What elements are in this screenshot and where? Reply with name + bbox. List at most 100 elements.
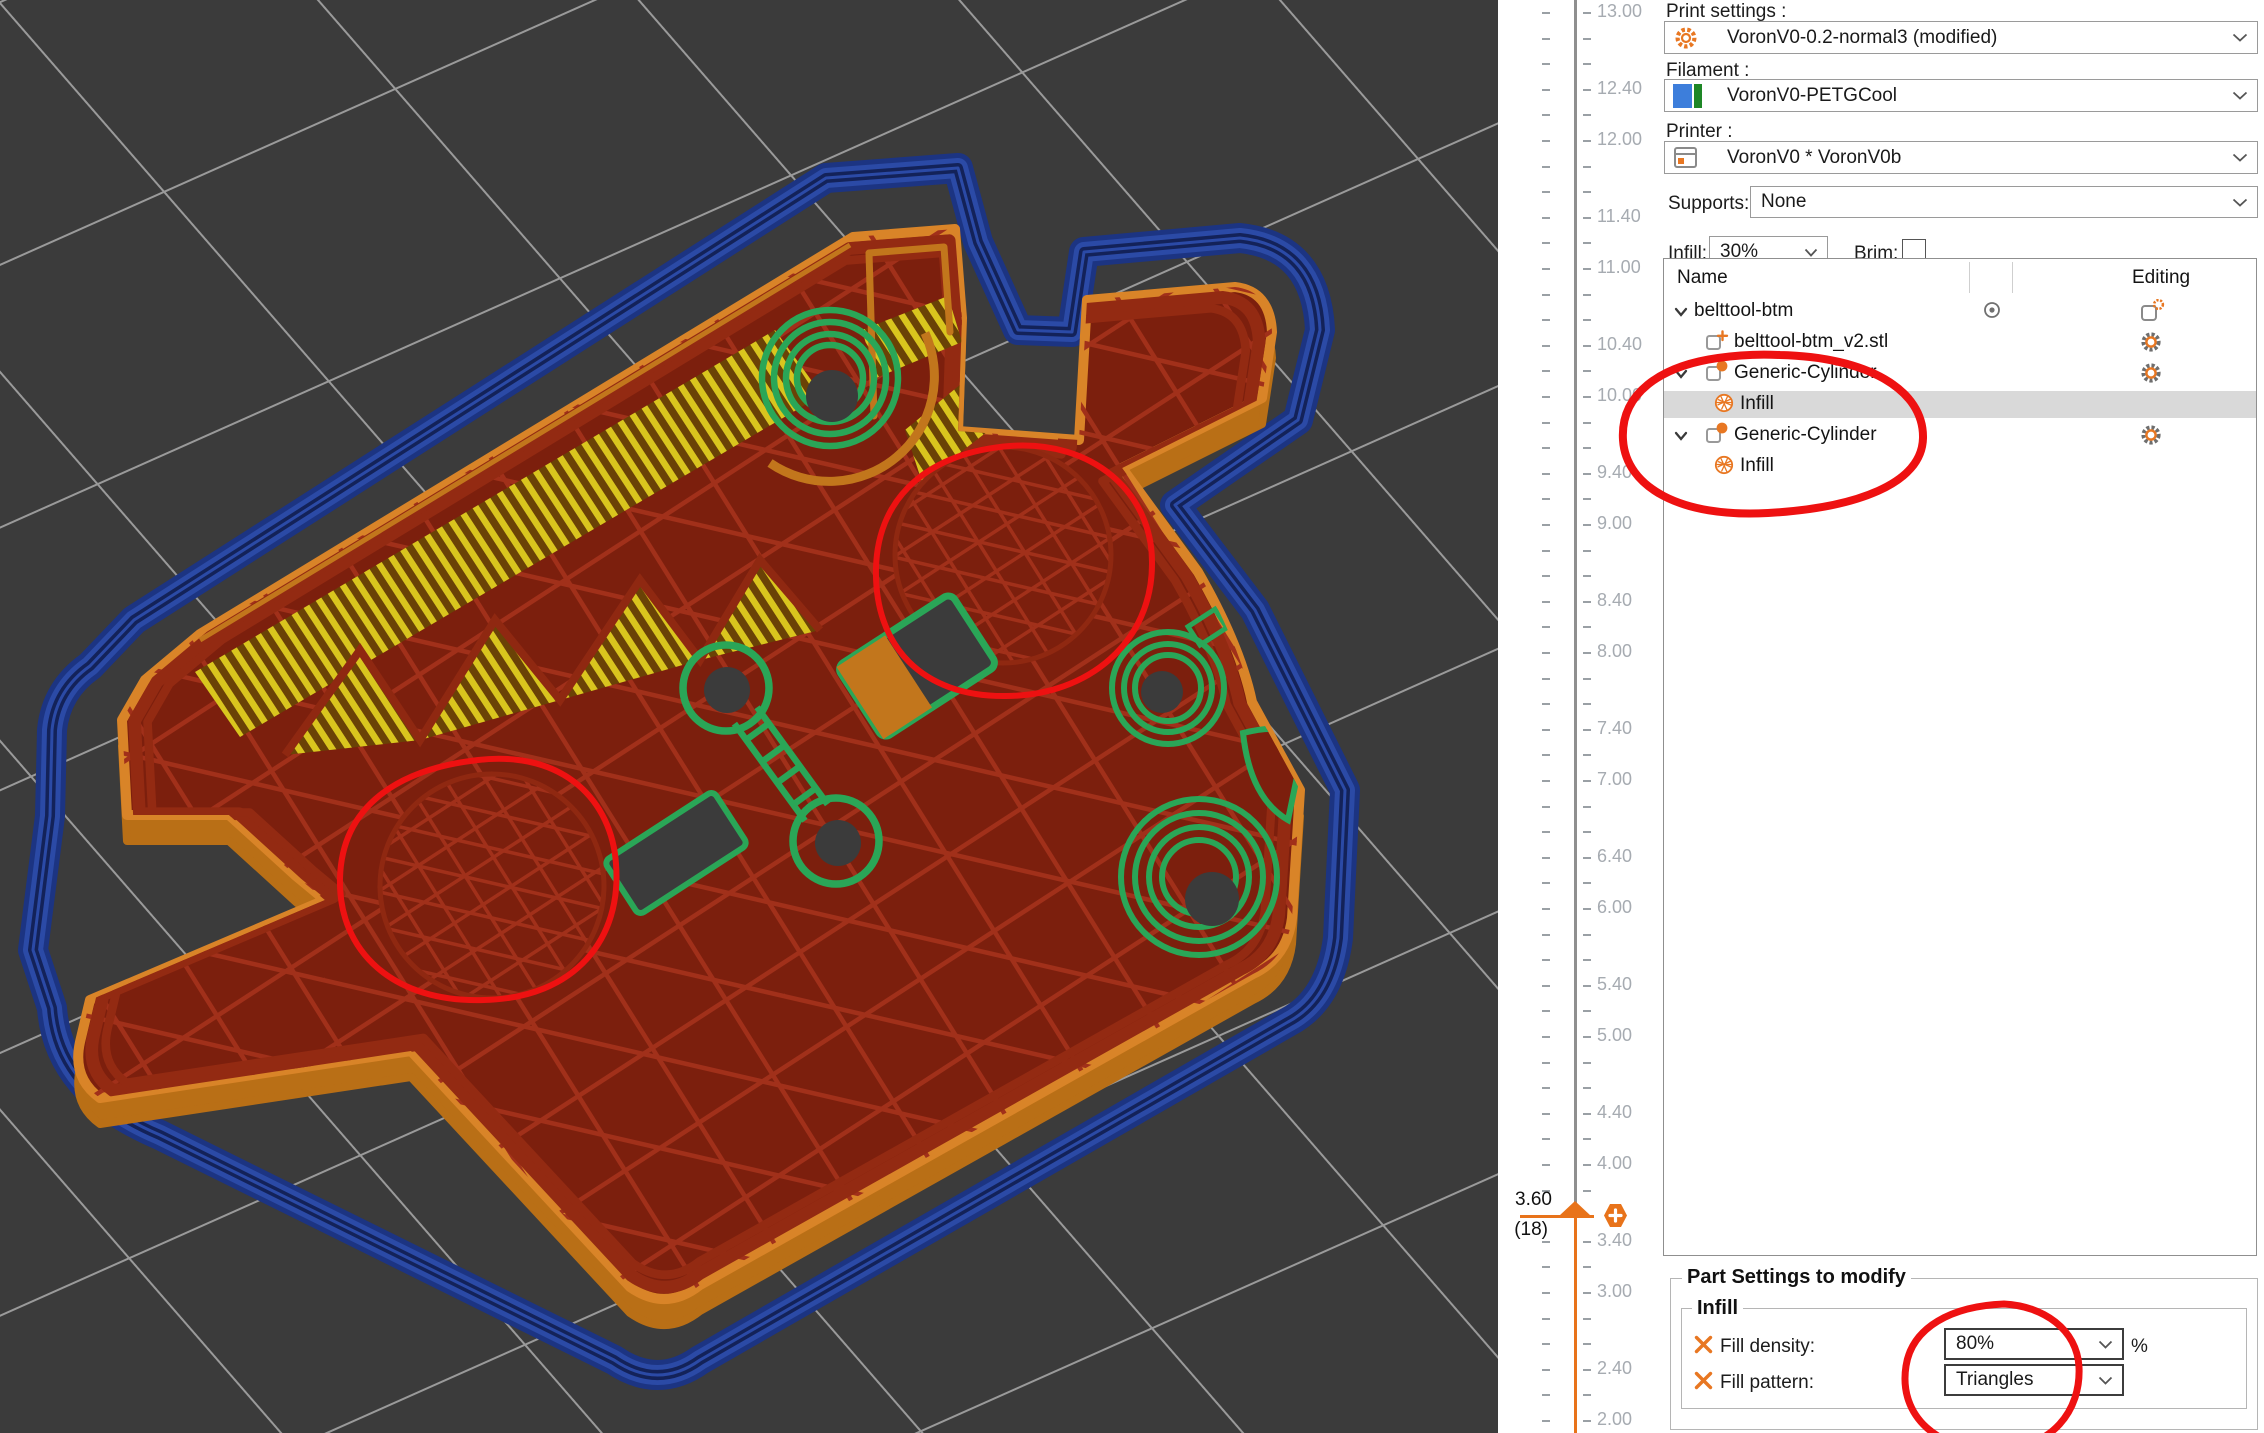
tree-row[interactable]: belttool-btm_v2.stl	[1664, 327, 2256, 358]
filament-value: VoronV0-PETGCool	[1727, 85, 1897, 107]
ruler-tick-label: 7.40	[1597, 718, 1632, 739]
ruler-tick	[1583, 575, 1591, 577]
ruler-tick	[1583, 370, 1591, 372]
printer-value: VoronV0 * VoronV0b	[1727, 147, 1901, 169]
modifier-infill-region-left	[380, 774, 604, 998]
ruler-tick-label: 4.40	[1597, 1102, 1632, 1123]
tree-header-editing: Editing	[2132, 267, 2190, 289]
ruler-tick	[1583, 12, 1591, 14]
column-divider	[2012, 262, 2013, 293]
ruler-tick	[1542, 140, 1550, 142]
ruler-tick	[1542, 294, 1550, 296]
ruler-tick	[1542, 575, 1550, 577]
fill-pattern-label: Fill pattern:	[1720, 1372, 1814, 1394]
ruler-tick	[1583, 319, 1591, 321]
remove-setting-icon[interactable]	[1694, 1371, 1713, 1390]
tree-row[interactable]: Infill	[1664, 389, 2256, 420]
ruler-tick	[1583, 1190, 1591, 1192]
eye-icon[interactable]	[1981, 300, 2003, 320]
chevron-expand-icon[interactable]	[1674, 369, 1688, 379]
tree-row[interactable]: Generic-Cylinder	[1664, 420, 2256, 451]
print-settings-combo[interactable]: VoronV0-0.2-normal3 (modified)	[1664, 21, 2258, 54]
ruler-tick	[1542, 780, 1550, 782]
ruler-tick	[1583, 166, 1591, 168]
tree-row-label: belttool-btm	[1694, 300, 1793, 322]
gear-icon[interactable]	[2139, 330, 2163, 354]
chevron-expand-icon[interactable]	[1674, 431, 1688, 441]
ruler-tick-label: 4.00	[1597, 1153, 1632, 1174]
ruler-tick	[1583, 1266, 1591, 1268]
tree-row-label: Infill	[1740, 455, 1774, 477]
tree-row[interactable]: belttool-btm	[1664, 296, 2256, 327]
ruler-tick-label: 10.00	[1597, 385, 1642, 406]
add-color-change-button[interactable]	[1602, 1202, 1629, 1229]
tree-row[interactable]: Generic-Cylinder	[1664, 358, 2256, 389]
ruler-tick	[1542, 1318, 1550, 1320]
ruler-tick	[1583, 294, 1591, 296]
infill-setting-icon	[1713, 391, 1737, 415]
ruler-tick	[1542, 498, 1550, 500]
filament-combo[interactable]: VoronV0-PETGCool	[1664, 79, 2258, 112]
ruler-tick	[1542, 319, 1550, 321]
layer-slider[interactable]: 13.0012.4012.0011.4011.0010.4010.009.409…	[1498, 0, 1663, 1433]
ruler-tick	[1542, 268, 1550, 270]
layer-slider-track-active[interactable]	[1574, 1213, 1577, 1433]
ruler-tick-label: 2.40	[1597, 1358, 1632, 1379]
ruler-tick	[1542, 959, 1550, 961]
layer-slider-thumb[interactable]	[1559, 1201, 1591, 1216]
ruler-tick	[1583, 38, 1591, 40]
fill-pattern-value: Triangles	[1956, 1369, 2033, 1391]
ruler-tick	[1542, 985, 1550, 987]
fill-density-value: 80%	[1956, 1333, 1994, 1355]
ruler-tick	[1583, 678, 1591, 680]
ruler-tick	[1542, 1164, 1550, 1166]
ruler-tick-label: 5.40	[1597, 974, 1632, 995]
ruler-tick	[1542, 1062, 1550, 1064]
ruler-tick-label: 11.00	[1597, 257, 1641, 278]
remove-setting-icon[interactable]	[1694, 1335, 1713, 1354]
object-settings-icon[interactable]	[2139, 299, 2166, 323]
gear-icon[interactable]	[2139, 423, 2163, 447]
ruler-tick	[1542, 114, 1550, 116]
chevron-down-icon	[2232, 91, 2248, 100]
ruler-tick	[1583, 396, 1591, 398]
ruler-tick	[1583, 447, 1591, 449]
ruler-tick	[1542, 934, 1550, 936]
ruler-tick-label: 6.00	[1597, 897, 1632, 918]
fill-pattern-combo[interactable]: Triangles	[1944, 1364, 2124, 1396]
ruler-tick	[1583, 524, 1591, 526]
chevron-expand-icon[interactable]	[1674, 307, 1688, 317]
ruler-tick	[1583, 550, 1591, 552]
ruler-tick	[1583, 985, 1591, 987]
printer-combo[interactable]: VoronV0 * VoronV0b	[1664, 141, 2258, 174]
gear-icon[interactable]	[2139, 361, 2163, 385]
ruler-tick	[1542, 754, 1550, 756]
fill-density-combo[interactable]: 80%	[1944, 1328, 2124, 1360]
print-settings-value: VoronV0-0.2-normal3 (modified)	[1727, 27, 1997, 49]
ruler-tick	[1542, 524, 1550, 526]
ruler-tick	[1583, 626, 1591, 628]
ruler-tick	[1542, 166, 1550, 168]
tree-row-label: Generic-Cylinder	[1734, 362, 1877, 384]
ruler-tick	[1583, 1138, 1591, 1140]
ruler-tick	[1583, 908, 1591, 910]
ruler-tick	[1542, 1420, 1550, 1422]
supports-combo[interactable]: None	[1750, 186, 2258, 218]
ruler-tick	[1583, 345, 1591, 347]
filament-color-swatch	[1673, 84, 1703, 108]
ruler-tick	[1542, 473, 1550, 475]
infill-subgroup-title: Infill	[1692, 1297, 1743, 1320]
supports-value: None	[1761, 191, 1806, 213]
ruler-tick	[1583, 780, 1591, 782]
layer-slider-track[interactable]	[1574, 0, 1577, 1213]
ruler-tick	[1583, 498, 1591, 500]
ruler-tick	[1542, 1087, 1550, 1089]
ruler-tick	[1583, 703, 1591, 705]
ruler-tick	[1583, 1292, 1591, 1294]
tree-row[interactable]: Infill	[1664, 451, 2256, 482]
viewport-3d-preview[interactable]	[0, 0, 1498, 1433]
ruler-tick	[1583, 1036, 1591, 1038]
ruler-tick	[1583, 1318, 1591, 1320]
ruler-tick	[1583, 242, 1591, 244]
supports-label: Supports:	[1668, 193, 1749, 215]
